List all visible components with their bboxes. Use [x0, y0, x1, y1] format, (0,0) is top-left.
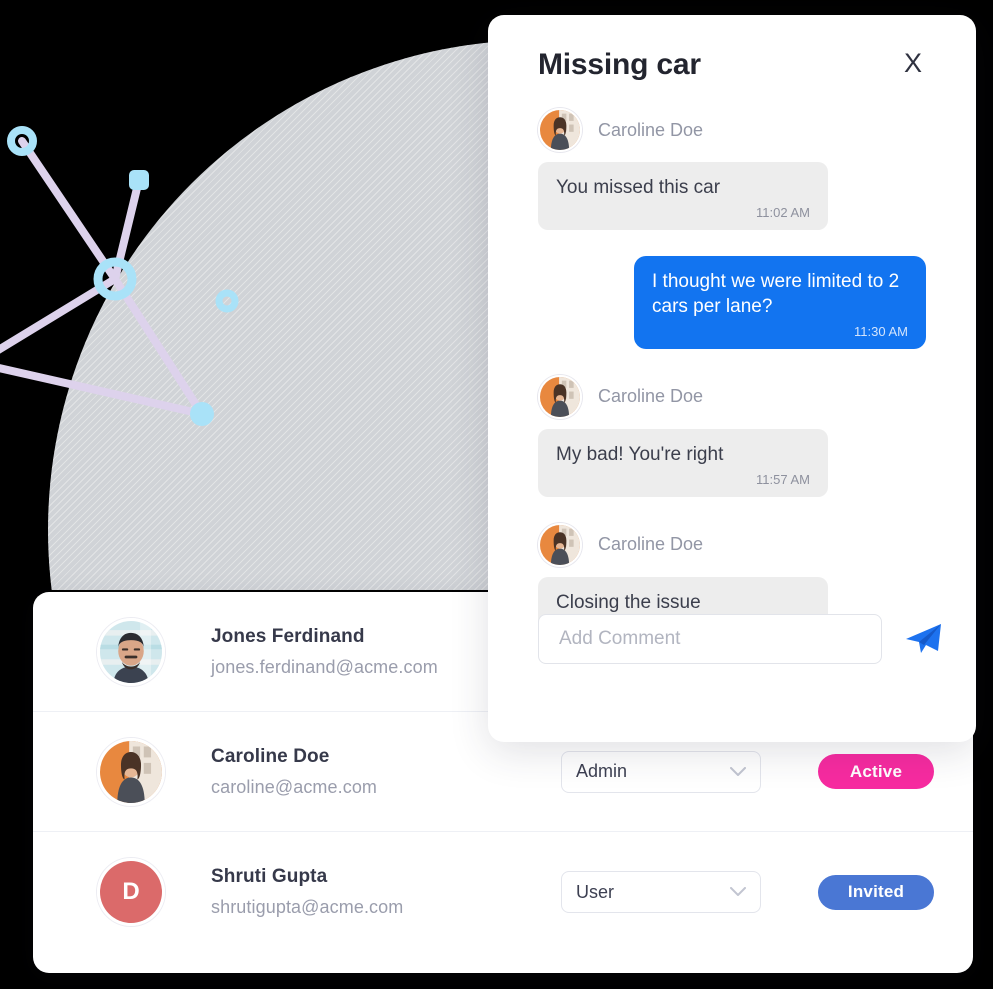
user-meta: Shruti Gupta shrutigupta@acme.com: [211, 866, 541, 918]
man-photo-icon: [100, 620, 162, 683]
message-time: 11:57 AM: [756, 471, 810, 487]
user-email: caroline@acme.com: [211, 776, 378, 797]
table-row[interactable]: D Shruti Gupta shrutigupta@acme.com User…: [33, 832, 973, 952]
send-button[interactable]: [900, 619, 946, 659]
message-time: 11:02 AM: [756, 204, 810, 220]
chevron-down-icon: [730, 885, 746, 899]
message-text: My bad! You're right: [556, 443, 724, 465]
user-name: Shruti Gupta: [211, 866, 328, 887]
graph-node-dot-bottom[interactable]: [190, 402, 214, 426]
message-bubble: My bad! You're right 11:57 AM: [538, 428, 828, 497]
comment-input[interactable]: [538, 614, 882, 664]
message-author-name: Caroline Doe: [598, 534, 704, 555]
graph-node-square[interactable]: [129, 170, 149, 190]
message-group: I thought we were limited to 2 cars per …: [538, 255, 926, 349]
role-select-caroline[interactable]: Admin: [561, 750, 761, 793]
message-group: Caroline Doe You missed this car 11:02 A…: [538, 108, 926, 230]
avatar: D: [97, 858, 165, 926]
role-select-value: User: [576, 881, 615, 902]
avatar: [538, 374, 582, 419]
message-bubble: I thought we were limited to 2 cars per …: [634, 255, 926, 349]
send-paper-plane-icon: [906, 624, 941, 653]
app-root: Jones Ferdinand jones.ferdinand@acme.com: [0, 0, 993, 989]
comment-composer: [538, 614, 946, 664]
user-email: shrutigupta@acme.com: [211, 897, 404, 917]
message-author: Caroline Doe: [538, 522, 926, 567]
role-select-shruti[interactable]: User: [561, 871, 761, 913]
avatar-initial: D: [100, 861, 162, 923]
woman-photo-icon: [540, 524, 580, 565]
chat-modal: Missing car X Caroline Doe You missed th…: [488, 15, 976, 742]
message-bubble: You missed this car 11:02 AM: [538, 162, 828, 230]
avatar: [97, 737, 165, 806]
user-name: Caroline Doe: [211, 745, 330, 767]
avatar: [538, 108, 582, 152]
woman-photo-icon: [100, 740, 162, 803]
message-group: Caroline Doe My bad! You're right 11:57 …: [538, 374, 926, 497]
avatar: [97, 617, 165, 686]
message-text: I thought we were limited to 2 cars per …: [652, 270, 900, 318]
role-select-value: Admin: [576, 761, 628, 781]
woman-photo-icon: [540, 110, 580, 150]
close-icon[interactable]: X: [900, 48, 926, 79]
message-author: Caroline Doe: [538, 374, 926, 419]
message-author-name: Caroline Doe: [598, 386, 704, 407]
woman-photo-icon: [540, 376, 580, 417]
message-author-name: Caroline Doe: [598, 119, 704, 140]
chat-header: Missing car X: [538, 48, 926, 82]
graph-edge: [18, 137, 119, 283]
message-author: Caroline Doe: [538, 108, 926, 152]
page-title: Missing car: [538, 48, 701, 81]
message-text: Closing the issue: [556, 591, 701, 613]
graph-node-ring-right[interactable]: [215, 289, 239, 313]
message-time: 11:30 AM: [854, 323, 908, 339]
user-meta: Caroline Doe caroline@acme.com: [211, 746, 541, 798]
avatar: [538, 522, 582, 567]
status-badge: Active: [818, 754, 934, 789]
chevron-down-icon: [730, 765, 746, 779]
message-text: You missed this car: [556, 177, 721, 198]
status-badge: Invited: [818, 874, 934, 910]
